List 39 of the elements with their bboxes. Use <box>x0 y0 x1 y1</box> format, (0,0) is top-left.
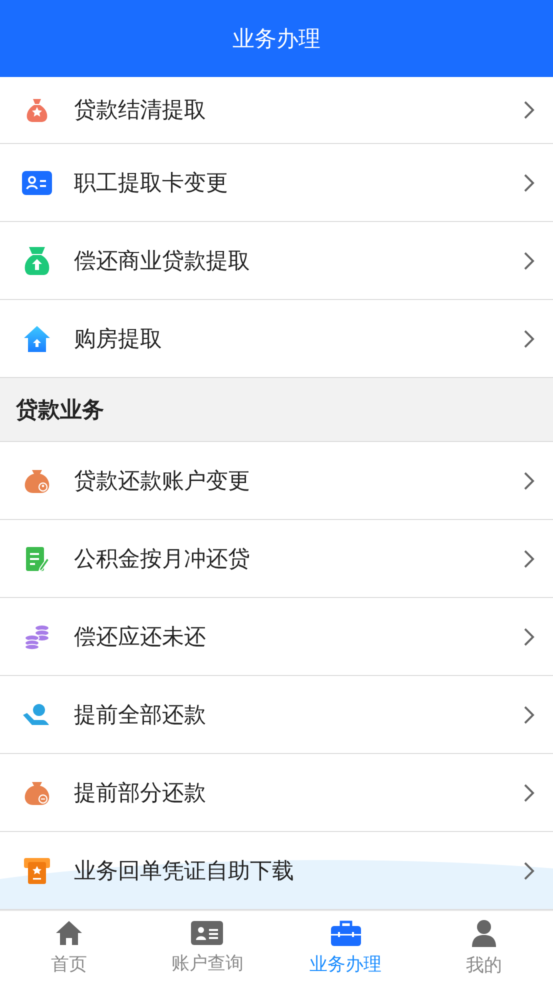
person-icon[interactable] <box>470 918 497 946</box>
document-pen-icon <box>25 546 49 572</box>
id-card-icon[interactable] <box>191 920 224 944</box>
ticket-icon <box>23 856 51 884</box>
list-item[interactable]: 提前部分还款 <box>0 754 553 831</box>
chevron-icon <box>523 860 535 880</box>
chevron-icon <box>523 328 535 348</box>
home-icon[interactable] <box>55 920 84 946</box>
chevron-icon <box>523 250 535 270</box>
money-bag-icon <box>24 780 50 806</box>
money-bag-icon <box>23 246 51 276</box>
briefcase-icon[interactable] <box>330 920 361 946</box>
tab[interactable]: 账户查询 <box>138 911 276 984</box>
hand-coin-icon <box>22 702 52 726</box>
list-item[interactable]: 贷款结清提取 <box>0 77 553 143</box>
coins-icon <box>23 624 51 650</box>
tab[interactable]: 首页 <box>0 911 138 984</box>
chevron-icon <box>523 470 535 490</box>
list-item[interactable]: 职工提取卡变更 <box>0 144 553 221</box>
list-item[interactable]: 业务回单凭证自助下载 <box>0 832 553 909</box>
chevron-icon <box>523 548 535 568</box>
list-item[interactable]: 贷款还款账户变更 <box>0 442 553 519</box>
section-heading: 贷款业务 <box>16 396 104 424</box>
page-title: 业务办理 <box>232 26 320 54</box>
chevron-icon <box>523 704 535 724</box>
list-item[interactable]: 公积金按月冲还贷 <box>0 520 553 597</box>
chevron-icon <box>523 172 535 192</box>
house-icon <box>23 324 51 352</box>
list-item[interactable]: 购房提取 <box>0 300 553 377</box>
list-item[interactable]: 提前全部还款 <box>0 676 553 753</box>
list-item[interactable]: 偿还应还未还 <box>0 598 553 675</box>
id-card-icon <box>22 170 52 194</box>
tab[interactable]: 我的 <box>414 911 553 984</box>
money-bag-icon <box>24 97 50 123</box>
money-bag-icon <box>24 468 50 494</box>
chevron-icon <box>523 782 535 802</box>
list-item[interactable]: 偿还商业贷款提取 <box>0 222 553 299</box>
chevron-icon <box>523 626 535 646</box>
chevron-icon <box>523 100 535 120</box>
